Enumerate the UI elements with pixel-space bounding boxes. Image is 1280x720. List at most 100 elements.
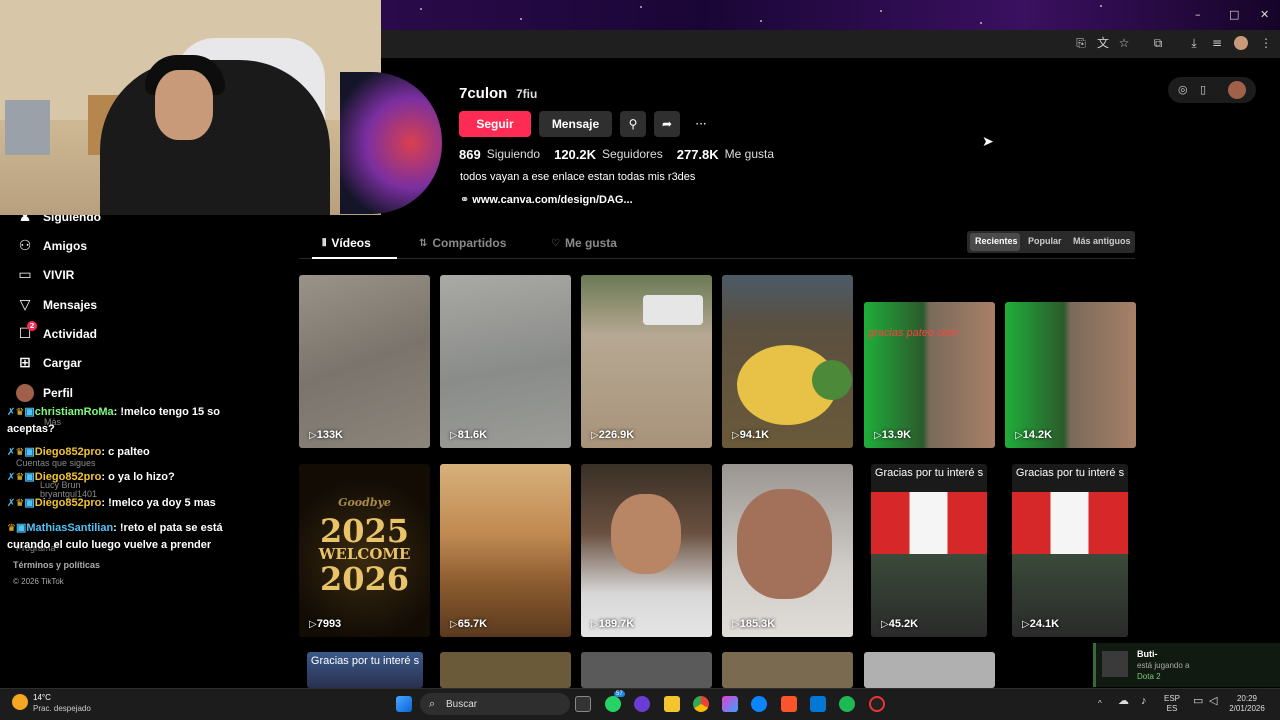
minimize-button[interactable]: – xyxy=(1195,8,1201,21)
chat-text: : o ya lo hizo? xyxy=(101,471,175,483)
tab-label: Me gusta xyxy=(564,236,617,250)
video-card[interactable]: 94.1K xyxy=(722,275,853,448)
chat-text: : c palteo xyxy=(101,446,150,458)
share-icon[interactable]: ➦ xyxy=(654,111,680,137)
video-overlay-text: Gracias por tu interé s xyxy=(1015,467,1125,479)
chat-username: Diego852pro xyxy=(34,497,102,509)
video-card[interactable]: Gracias por tu interé s 24.1K xyxy=(1012,464,1128,637)
taskbar-search[interactable]: ⌕ Buscar xyxy=(420,693,570,715)
install-app-icon[interactable]: ⎘ xyxy=(1074,36,1088,50)
view-count: 94.1K xyxy=(732,429,769,441)
add-friend-icon[interactable]: ⚲ xyxy=(620,111,646,137)
video-card[interactable] xyxy=(864,652,995,688)
following-label: Siguiendo xyxy=(486,147,541,161)
video-card[interactable]: Gracias por tu interé s xyxy=(307,652,423,688)
video-card[interactable]: 226.9K xyxy=(581,275,712,448)
chrome-icon[interactable] xyxy=(693,696,709,712)
browser-menu-icon[interactable]: ⋮ xyxy=(1259,36,1273,50)
video-card[interactable]: 81.6K xyxy=(440,275,571,448)
network-icon[interactable]: ▭ xyxy=(1193,696,1203,707)
view-count: 226.9K xyxy=(591,429,634,441)
game-notification[interactable]: Buti- está jugando a Dota 2 xyxy=(1093,643,1280,687)
chat-message: ✗♛▣christiamRoMa: !melco tengo 15 so ace… xyxy=(7,404,247,437)
view-count: 81.6K xyxy=(450,429,487,441)
store-icon[interactable] xyxy=(810,696,826,712)
video-overlay-text: gracias pateo com xyxy=(868,327,958,339)
sidebar-item-profile[interactable]: Perfil xyxy=(16,382,73,404)
brave-icon[interactable] xyxy=(781,696,797,712)
sort-popular[interactable]: Popular xyxy=(1028,236,1062,246)
maximize-button[interactable]: □ xyxy=(1229,8,1239,21)
language-indicator[interactable]: ESP ES xyxy=(1164,694,1180,714)
video-card[interactable]: gracias pateo com 13.9K xyxy=(864,302,995,448)
user-avatar[interactable] xyxy=(1228,81,1246,99)
tab-liked[interactable]: ♡ Me gusta xyxy=(551,236,617,250)
followers-label: Seguidores xyxy=(602,147,663,161)
file-explorer-icon[interactable] xyxy=(664,696,680,712)
whatsapp-icon[interactable]: 57 xyxy=(605,691,625,712)
video-card[interactable] xyxy=(581,652,712,688)
coins-icon[interactable]: ◎ xyxy=(1178,83,1188,96)
terms-link[interactable]: Términos y políticas xyxy=(13,560,100,570)
app-icon[interactable] xyxy=(869,696,885,712)
edge-icon[interactable] xyxy=(751,696,767,712)
profile-stats: 869 Siguiendo 120.2K Seguidores 277.8K M… xyxy=(459,147,782,162)
view-count: 24.1K xyxy=(1022,618,1059,630)
sort-recent[interactable]: Recientes xyxy=(975,236,1018,246)
video-card[interactable] xyxy=(440,652,571,688)
close-window-button[interactable]: ✕ xyxy=(1260,8,1269,21)
search-icon: ⌕ xyxy=(429,697,436,710)
video-card[interactable]: 185.3K xyxy=(722,464,853,637)
chevron-up-icon[interactable]: ^ xyxy=(1098,699,1102,709)
download-icon[interactable]: ⤓ xyxy=(1187,36,1201,50)
sidebar-item-upload[interactable]: ⊞ Cargar xyxy=(16,352,82,374)
sidebar-item-activity[interactable]: ☐ 2 Actividad xyxy=(16,321,98,345)
live-icon: ▭ xyxy=(18,267,32,283)
sidebar-item-messages[interactable]: ▽ Mensajes xyxy=(16,294,97,316)
app-icon[interactable] xyxy=(634,696,650,712)
weather-desc: Prac. despejado xyxy=(33,704,91,713)
more-options-icon[interactable]: ··· xyxy=(688,111,714,137)
microphone-icon[interactable]: ♪ xyxy=(1141,696,1147,707)
tab-videos[interactable]: ⦀ Vídeos xyxy=(322,236,371,250)
tab-label: Compartidos xyxy=(432,236,507,250)
friends-icon: ⚇ xyxy=(18,238,32,254)
video-card[interactable]: 65.7K xyxy=(440,464,571,637)
copilot-icon[interactable] xyxy=(722,696,738,712)
device-icon[interactable]: ▯ xyxy=(1200,83,1206,96)
clock[interactable]: 20:29 2/01/2026 xyxy=(1226,694,1268,714)
sort-oldest[interactable]: Más antiguos xyxy=(1073,236,1131,246)
crown-icon: ♛ xyxy=(7,523,16,534)
cloud-icon[interactable]: ☁ xyxy=(1118,696,1129,707)
browser-profile-avatar[interactable] xyxy=(1234,36,1248,50)
reading-list-icon[interactable]: ≡ xyxy=(1210,36,1224,50)
profile-link[interactable]: ⚭ www.canva.com/design/DAG... xyxy=(460,193,633,206)
tab-shared[interactable]: ⇅ Compartidos xyxy=(419,236,506,250)
extensions-icon[interactable]: ⧉ xyxy=(1151,36,1165,50)
chat-username: Diego852pro xyxy=(34,471,102,483)
message-button[interactable]: Mensaje xyxy=(539,111,612,137)
translate-icon[interactable]: 文 xyxy=(1096,36,1110,50)
windows-start-icon[interactable] xyxy=(396,696,412,712)
video-card[interactable] xyxy=(722,652,853,688)
activity-icon: ☐ 2 xyxy=(16,321,37,343)
weather-icon[interactable] xyxy=(12,694,28,710)
clock-time: 20:29 xyxy=(1236,694,1258,703)
clock-date: 2/01/2026 xyxy=(1229,704,1265,713)
task-view-icon[interactable] xyxy=(575,696,591,712)
sidebar-item-live[interactable]: ▭ VIVIR xyxy=(16,264,74,286)
sidebar-item-label: Actividad xyxy=(43,327,98,341)
crown-icon: ♛ xyxy=(15,447,25,458)
video-card[interactable]: Gracias por tu interé s 45.2K xyxy=(871,464,987,637)
spotify-icon[interactable] xyxy=(839,696,855,712)
video-card[interactable]: 14.2K xyxy=(1005,302,1136,448)
video-card[interactable]: 133K xyxy=(299,275,430,448)
video-card[interactable]: 189.7K xyxy=(581,464,712,637)
chat-message: ✗♛▣Diego852pro: !melco ya doy 5 mas xyxy=(7,495,247,512)
profile-avatar-large xyxy=(340,72,442,214)
follow-button[interactable]: Seguir xyxy=(459,111,531,137)
bookmark-star-icon[interactable]: ☆ xyxy=(1117,36,1131,50)
sidebar-item-friends[interactable]: ⚇ Amigos xyxy=(16,235,87,257)
video-card[interactable]: Goodbye 2025 WELCOME 2026 7993 xyxy=(299,464,430,637)
volume-icon[interactable]: ◁ xyxy=(1209,696,1217,707)
